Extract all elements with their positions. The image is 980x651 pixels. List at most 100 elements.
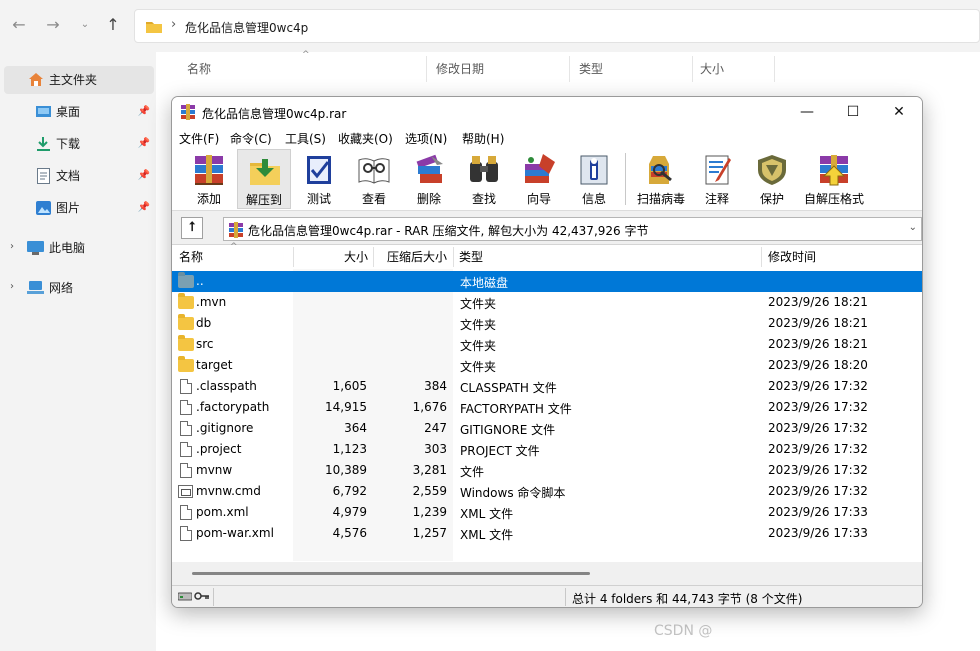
toolbar-find-button[interactable]: 查找: [457, 149, 511, 209]
column-header-name[interactable]: 名称: [179, 247, 203, 267]
toolbar: 添加 解压到 测试 查看 删除 查找 向导 信息 扫描病毒 注释 保护 自解压格…: [172, 147, 922, 211]
column-header-packed[interactable]: 压缩后大小: [387, 247, 447, 267]
menu-tools[interactable]: 工具(S): [285, 130, 326, 147]
expand-chevron-icon[interactable]: ›: [10, 281, 14, 292]
toolbar-test-button[interactable]: 测试: [292, 149, 346, 209]
table-row[interactable]: db 文件夹 2023/9/26 18:21: [172, 313, 922, 334]
table-row[interactable]: src 文件夹 2023/9/26 18:21: [172, 334, 922, 355]
forward-arrow-icon[interactable]: →: [42, 14, 64, 36]
toolbar-comment-button[interactable]: 注释: [690, 149, 744, 209]
menu-file[interactable]: 文件(F): [179, 130, 219, 147]
toolbar-delete-button[interactable]: 删除: [402, 149, 456, 209]
pin-icon[interactable]: 📌: [138, 194, 150, 222]
column-divider[interactable]: [373, 247, 374, 267]
comment-icon: [705, 155, 731, 185]
toolbar-label: 注释: [704, 192, 729, 206]
toolbar-protect-button[interactable]: 保护: [745, 149, 799, 209]
close-button[interactable]: ✕: [876, 97, 922, 127]
cell-modified: 2023/9/26 17:32: [768, 379, 868, 393]
column-divider[interactable]: [774, 56, 775, 82]
address-path: 危化品信息管理0wc4p: [185, 21, 309, 35]
up-folder-button[interactable]: ⭡: [181, 217, 203, 239]
toolbar-virus-scan-button[interactable]: 扫描病毒: [632, 149, 690, 209]
table-row[interactable]: .. 本地磁盘: [172, 271, 922, 292]
sidebar-item-network[interactable]: 网络: [26, 274, 154, 302]
recent-chevron-icon[interactable]: ⌄: [74, 14, 96, 36]
folder-icon: [178, 314, 194, 331]
cell-type: FACTORYPATH 文件: [460, 402, 572, 416]
pin-icon[interactable]: 📌: [138, 98, 150, 126]
menu-commands[interactable]: 命令(C): [230, 130, 272, 147]
toolbar-add-button[interactable]: 添加: [182, 149, 236, 209]
column-divider[interactable]: [293, 247, 294, 267]
menu-favorites[interactable]: 收藏夹(O): [338, 130, 393, 147]
table-row[interactable]: pom.xml 4,979 1,239 XML 文件 2023/9/26 17:33: [172, 502, 922, 523]
column-divider[interactable]: [692, 56, 693, 82]
menu-options[interactable]: 选项(N): [405, 130, 447, 147]
column-header-size[interactable]: 大小: [700, 60, 724, 77]
table-row[interactable]: .gitignore 364 247 GITIGNORE 文件 2023/9/26 17…: [172, 418, 922, 439]
column-divider[interactable]: [569, 56, 570, 82]
table-row[interactable]: .classpath 1,605 384 CLASSPATH 文件 2023/9/26 …: [172, 376, 922, 397]
sidebar-item-pictures[interactable]: 图片 📌: [36, 194, 154, 222]
title-bar[interactable]: 危化品信息管理0wc4p.rar — ☐ ✕: [172, 97, 922, 127]
scrollbar-thumb[interactable]: [192, 572, 590, 575]
table-row[interactable]: mvnw.cmd 6,792 2,559 Windows 命令脚本 2023/9/26 …: [172, 481, 922, 502]
cell-type: 本地磁盘: [460, 276, 509, 290]
menu-help[interactable]: 帮助(H): [462, 130, 504, 147]
sidebar-item-label: 图片: [56, 201, 81, 215]
status-drive-cell: [174, 588, 214, 606]
pin-icon[interactable]: 📌: [138, 130, 150, 158]
sidebar-item-downloads[interactable]: 下载 📌: [36, 130, 154, 158]
computer-icon: [27, 241, 44, 255]
column-header-modified[interactable]: 修改时间: [768, 247, 816, 267]
dropdown-chevron-icon[interactable]: ⌄: [909, 222, 917, 233]
table-row[interactable]: pom-war.xml 4,576 1,257 XML 文件 2023/9/26 17:…: [172, 523, 922, 544]
toolbar-wizard-button[interactable]: 向导: [512, 149, 566, 209]
archive-path-box[interactable]: 危化品信息管理0wc4p.rar - RAR 压缩文件, 解包大小为 42,43…: [223, 217, 922, 241]
column-header-type[interactable]: 类型: [459, 247, 483, 267]
toolbar-extract-to-button[interactable]: 解压到: [237, 149, 291, 209]
table-row[interactable]: target 文件夹 2023/9/26 18:20: [172, 355, 922, 376]
sidebar-item-this-pc[interactable]: 此电脑: [26, 234, 154, 262]
table-row[interactable]: .mvn 文件夹 2023/9/26 18:21: [172, 292, 922, 313]
cell-modified: 2023/9/26 17:32: [768, 442, 868, 456]
cell-size: 6,792: [332, 484, 367, 498]
horizontal-scrollbar[interactable]: [172, 563, 922, 583]
toolbar-sfx-button[interactable]: 自解压格式: [800, 149, 868, 209]
table-row[interactable]: .project 1,123 303 PROJECT 文件 2023/9/26 17:3…: [172, 439, 922, 460]
column-divider[interactable]: [761, 247, 762, 267]
column-header-size[interactable]: 大小: [344, 247, 368, 267]
column-header-name[interactable]: 名称: [187, 60, 211, 77]
toolbar-label: 扫描病毒: [636, 192, 685, 206]
cell-name: src: [196, 337, 214, 351]
sidebar-item-label: 此电脑: [49, 241, 86, 255]
toolbar-view-button[interactable]: 查看: [347, 149, 401, 209]
cell-modified: 2023/9/26 17:32: [768, 484, 868, 498]
sidebar-item-label: 文档: [56, 169, 81, 183]
sidebar-item-desktop[interactable]: 桌面 📌: [36, 98, 154, 126]
column-divider[interactable]: [426, 56, 427, 82]
sidebar-item-home[interactable]: 主文件夹: [4, 66, 154, 94]
maximize-button[interactable]: ☐: [830, 97, 876, 127]
expand-chevron-icon[interactable]: ›: [10, 241, 14, 252]
back-arrow-icon[interactable]: ←: [8, 14, 30, 36]
toolbar-separator: [625, 153, 626, 205]
minimize-button[interactable]: —: [784, 97, 830, 127]
address-bar[interactable]: › 危化品信息管理0wc4p: [134, 9, 980, 43]
breadcrumb-chevron-icon: ›: [171, 17, 177, 32]
table-row[interactable]: .factorypath 14,915 1,676 FACTORYPATH 文件 202…: [172, 397, 922, 418]
table-row[interactable]: mvnw 10,389 3,281 文件 2023/9/26 17:32: [172, 460, 922, 481]
toolbar-label: 向导: [526, 192, 551, 206]
up-arrow-icon[interactable]: ↑: [102, 14, 124, 36]
column-header-type[interactable]: 类型: [579, 60, 603, 77]
desktop-icon: [36, 106, 51, 117]
toolbar-info-button[interactable]: 信息: [567, 149, 621, 209]
archive-path-text: 危化品信息管理0wc4p.rar - RAR 压缩文件, 解包大小为 42,43…: [248, 224, 649, 238]
file-icon: [178, 379, 194, 394]
pin-icon[interactable]: 📌: [138, 162, 150, 190]
column-header-modified[interactable]: 修改日期: [436, 60, 484, 77]
column-divider[interactable]: [453, 247, 454, 267]
sidebar-item-documents[interactable]: 文档 📌: [36, 162, 154, 190]
toolbar-label: 查看: [361, 192, 386, 206]
